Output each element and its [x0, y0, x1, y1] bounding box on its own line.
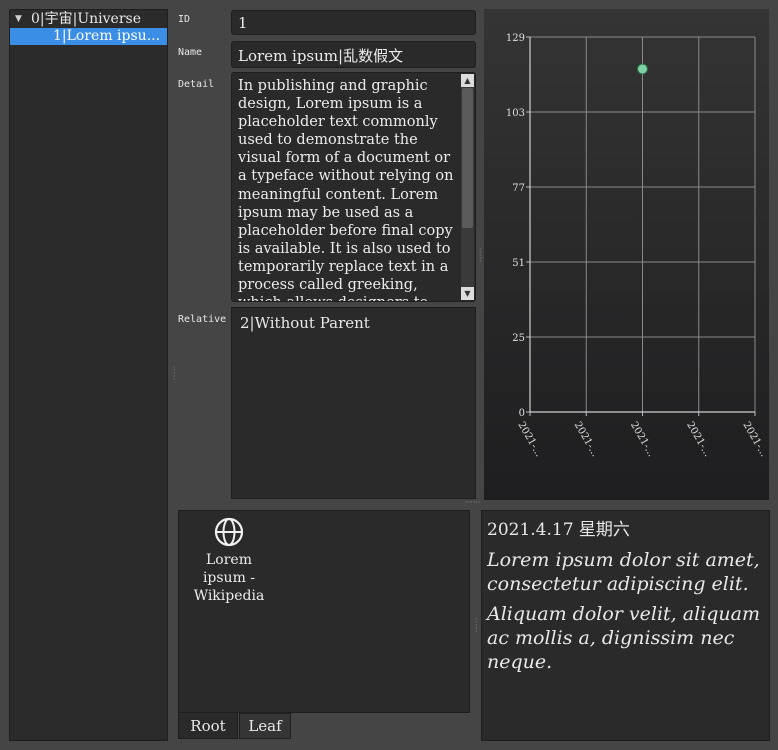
id-field[interactable]: 1 — [231, 10, 476, 35]
rich-text-view[interactable]: 2021.4.17 星期六 Lorem ipsum dolor sit amet… — [481, 510, 770, 741]
tree-item-label: 1|Lorem ipsu... — [53, 28, 161, 44]
chart-panel: 0 25 51 77 103 129 2021-... 2021-... 2021-... 202… — [484, 9, 769, 500]
splitter-handle[interactable]: · · · · · — [479, 246, 482, 266]
x-tick-label: 2021-... — [628, 420, 657, 459]
date-text: 2021.4.17 星期六 — [487, 520, 630, 540]
y-tick-label: 25 — [512, 333, 525, 344]
x-tick-label: 2021-... — [572, 420, 601, 459]
tree-item-lorem-ipsum[interactable]: 1|Lorem ipsu... — [10, 28, 167, 45]
data-point — [637, 63, 648, 75]
tab-leaf[interactable]: Leaf — [239, 713, 291, 739]
relative-field[interactable]: 2|Without Parent — [231, 307, 476, 499]
caption-line: Lorem — [206, 552, 252, 568]
detail-label: Detail — [178, 79, 215, 90]
name-field[interactable]: Lorem ipsum|乱数假文 — [231, 41, 476, 68]
relative-label: Relative — [178, 314, 227, 325]
y-tick-label: 129 — [506, 33, 525, 44]
splitter-handle[interactable]: ······ — [465, 499, 485, 507]
scatter-chart: 0 25 51 77 103 129 2021-... 2021-... 2021-... 202… — [506, 33, 769, 459]
name-label: Name — [178, 47, 203, 58]
scroll-up-arrow-icon[interactable]: ▲ — [461, 74, 474, 87]
x-tick-label: 2021-... — [684, 420, 713, 459]
icon-list-view[interactable]: Lorem ipsum - Wikipedia — [178, 510, 470, 713]
y-tick-label: 103 — [506, 108, 525, 119]
tab-root[interactable]: Root — [178, 713, 238, 739]
y-tick-label: 51 — [512, 258, 525, 269]
y-tick-label: 0 — [519, 408, 525, 419]
scroll-thumb[interactable] — [462, 88, 473, 228]
caption-line: Wikipedia — [193, 588, 265, 604]
icon-item-wikipedia[interactable]: Lorem ipsum - Wikipedia — [193, 517, 265, 605]
detail-text: In publishing and graphic design, Lorem … — [238, 78, 454, 301]
x-tick-label: 2021-... — [740, 420, 769, 459]
icon-item-caption: Lorem ipsum - Wikipedia — [193, 551, 265, 605]
x-tick-label: 2021-... — [515, 420, 544, 459]
detail-scrollbar[interactable]: ▲ ▼ — [461, 74, 474, 300]
caption-line: ipsum - — [202, 570, 256, 586]
globe-icon — [214, 517, 244, 547]
expand-arrow-icon[interactable]: ▼ — [15, 11, 22, 28]
tree-item-label: 0|宇宙|Universe — [31, 11, 141, 27]
y-tick-label: 77 — [512, 183, 525, 194]
relative-value: 2|Without Parent — [240, 314, 370, 332]
splitter-handle[interactable]: · · · · · — [475, 616, 478, 636]
paragraph: Aliquam dolor velit, aliquam ac mollis a… — [487, 603, 760, 673]
tree-item-universe[interactable]: ▼ 0|宇宙|Universe — [10, 11, 167, 28]
scroll-down-arrow-icon[interactable]: ▼ — [461, 287, 474, 300]
id-label: ID — [178, 14, 191, 25]
tree-view[interactable]: ▼ 0|宇宙|Universe 1|Lorem ipsu... — [9, 9, 168, 741]
splitter-handle[interactable]: · · · · · — [173, 364, 176, 384]
detail-textarea[interactable]: In publishing and graphic design, Lorem … — [231, 72, 476, 302]
paragraph: Lorem ipsum dolor sit amet, consectetur … — [487, 549, 760, 595]
